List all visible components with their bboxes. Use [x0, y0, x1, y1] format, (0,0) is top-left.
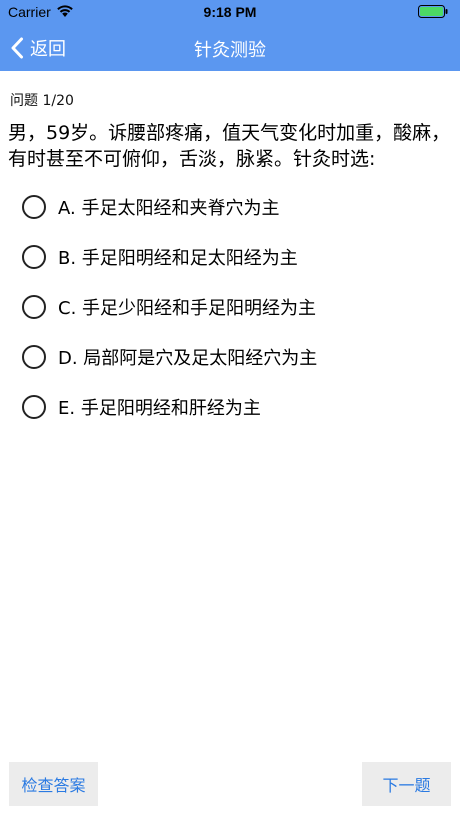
option-label: E. 手足阳明经和肝经为主	[58, 398, 261, 419]
option-label: A. 手足太阳经和夹脊穴为主	[58, 198, 280, 219]
question-counter: 问题 1/20	[10, 93, 74, 109]
radio-unchecked-icon[interactable]	[22, 295, 46, 319]
option-d[interactable]: D. 局部阿是穴及足太阳经穴为主	[22, 341, 442, 373]
radio-unchecked-icon[interactable]	[22, 395, 46, 419]
battery-icon	[418, 5, 448, 18]
option-a[interactable]: A. 手足太阳经和夹脊穴为主	[22, 191, 442, 223]
option-e[interactable]: E. 手足阳明经和肝经为主	[22, 391, 442, 423]
question-text: 男，59岁。诉腰部疼痛，值天气变化时加重，酸麻，有时甚至不可俯仰，舌淡，脉紧。针…	[8, 122, 451, 170]
radio-unchecked-icon[interactable]	[22, 345, 46, 369]
radio-unchecked-icon[interactable]	[22, 245, 46, 269]
check-answer-button[interactable]: 检查答案	[9, 762, 98, 806]
radio-unchecked-icon[interactable]	[22, 195, 46, 219]
status-time: 9:18 PM	[203, 4, 257, 20]
navigation-bar: 返回 针灸测验	[0, 24, 460, 71]
status-bar: Carrier 9:18 PM	[0, 0, 460, 24]
option-label: D. 局部阿是穴及足太阳经穴为主	[58, 348, 318, 369]
option-label: C. 手足少阳经和手足阳明经为主	[58, 298, 317, 319]
page-title: 针灸测验	[194, 40, 266, 61]
answer-options: A. 手足太阳经和夹脊穴为主 B. 手足阳明经和足太阳经为主 C. 手足少阳经和…	[22, 191, 442, 441]
option-label: B. 手足阳明经和足太阳经为主	[58, 248, 298, 269]
option-b[interactable]: B. 手足阳明经和足太阳经为主	[22, 241, 442, 273]
next-question-button[interactable]: 下一题	[362, 762, 451, 806]
option-c[interactable]: C. 手足少阳经和手足阳明经为主	[22, 291, 442, 323]
